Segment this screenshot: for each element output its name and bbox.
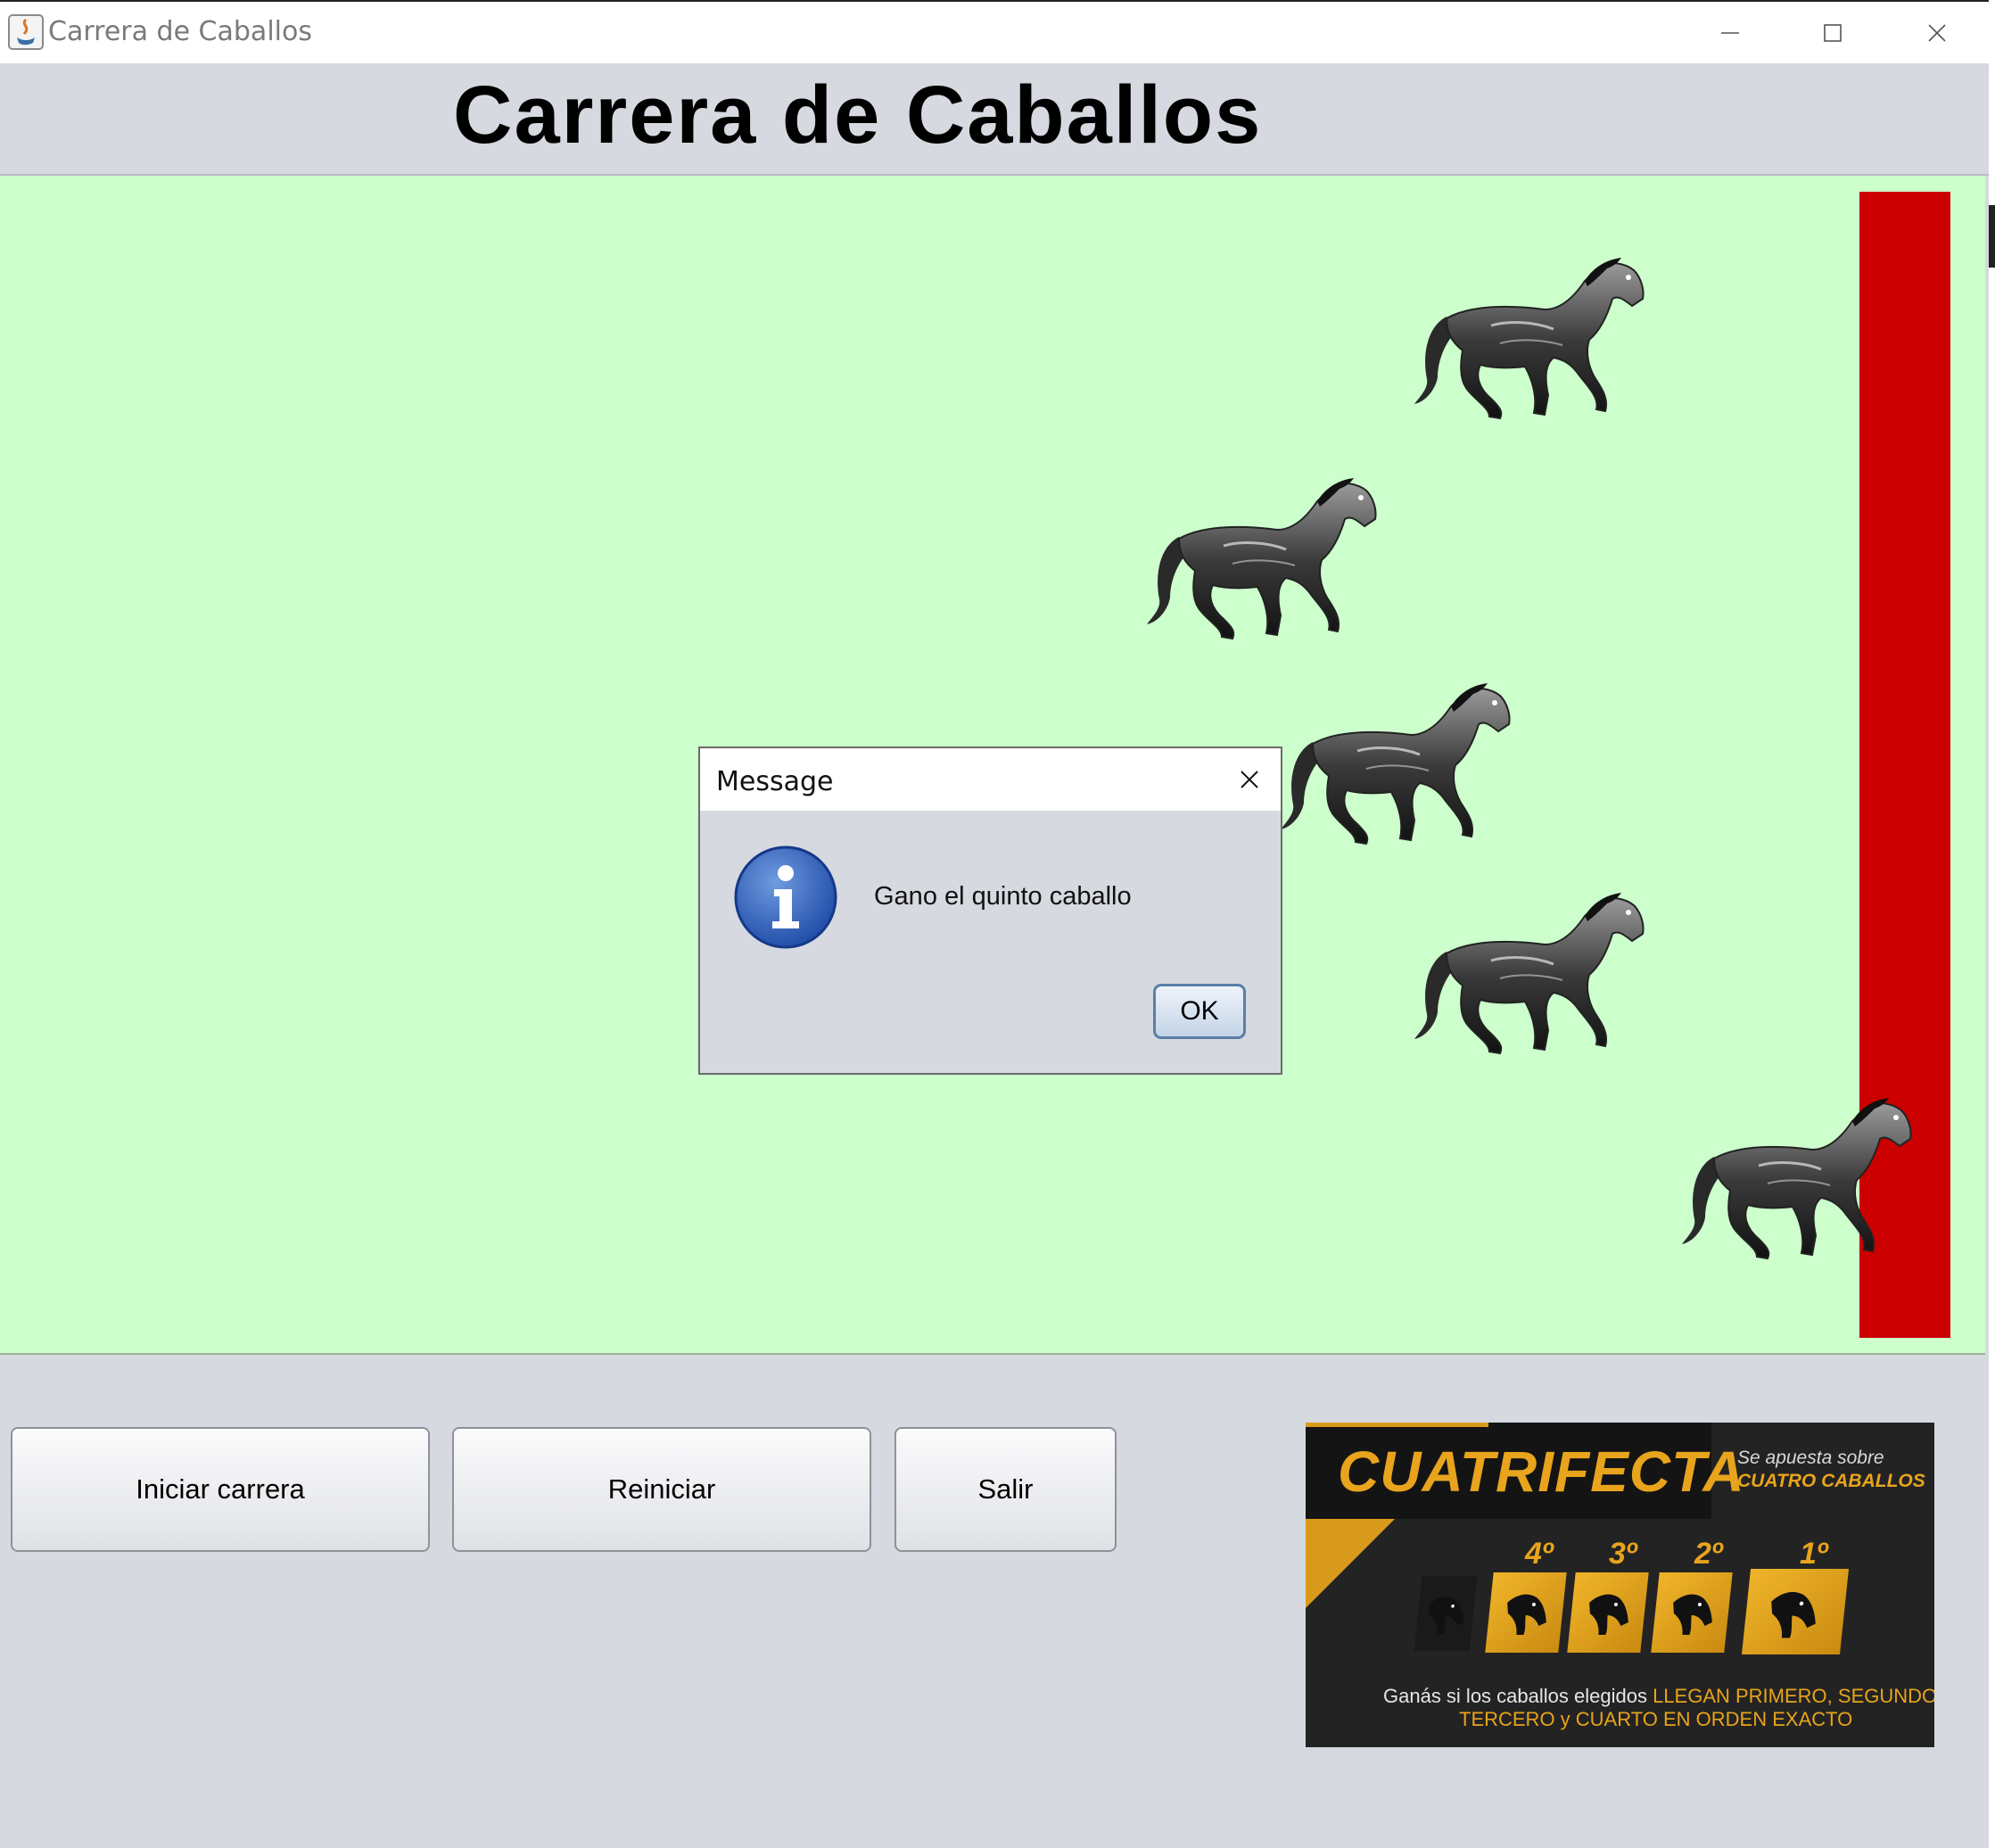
background-window-edge bbox=[1989, 0, 1995, 1848]
window-title: Carrera de Caballos bbox=[48, 16, 312, 47]
horse-tile-4 bbox=[1485, 1572, 1567, 1653]
banner-title: CUATRIFECTA bbox=[1338, 1440, 1745, 1504]
banner-footer-white: Ganás si los caballos elegidos bbox=[1383, 1685, 1653, 1707]
minimize-button[interactable] bbox=[1699, 11, 1761, 55]
page-title: Carrera de Caballos bbox=[453, 70, 1263, 161]
banner-subtitle-2: CUATRO CABALLOS bbox=[1737, 1471, 1925, 1491]
horse-5 bbox=[1678, 1094, 1919, 1264]
dialog-titlebar[interactable]: Message bbox=[700, 748, 1281, 811]
banner-footer-gold-1: LLEGAN PRIMERO, SEGUNDO bbox=[1653, 1685, 1934, 1707]
horse-tile-1 bbox=[1741, 1569, 1850, 1654]
position-label-4: 4º bbox=[1525, 1537, 1554, 1571]
position-label-3: 3º bbox=[1609, 1537, 1637, 1571]
maximize-icon bbox=[1824, 24, 1842, 42]
exit-button[interactable]: Salir bbox=[894, 1427, 1117, 1552]
maximize-button[interactable] bbox=[1801, 11, 1864, 55]
info-icon bbox=[733, 845, 838, 950]
header-panel: Carrera de Caballos bbox=[0, 63, 1989, 176]
horse-head-icon bbox=[1419, 1588, 1472, 1637]
horse-3 bbox=[1277, 680, 1518, 849]
horse-head-icon bbox=[1757, 1581, 1827, 1642]
horse-tile-3 bbox=[1567, 1572, 1649, 1653]
horse-tile-extra bbox=[1414, 1576, 1478, 1651]
banner-footer-line-1: Ganás si los caballos elegidos LLEGAN PR… bbox=[1383, 1685, 1934, 1708]
horse-4 bbox=[1411, 889, 1652, 1059]
dialog-title: Message bbox=[716, 766, 834, 797]
position-label-2: 2º bbox=[1694, 1537, 1723, 1571]
dialog-close-button[interactable] bbox=[1234, 764, 1265, 795]
banner-gold-accent bbox=[1306, 1423, 1488, 1427]
horse-tile-2 bbox=[1651, 1572, 1733, 1653]
restart-button[interactable]: Reiniciar bbox=[452, 1427, 871, 1552]
message-dialog: Message Gano el quinto caballo OK bbox=[698, 747, 1282, 1075]
banner-gold-triangle bbox=[1306, 1519, 1395, 1608]
ok-button[interactable]: OK bbox=[1153, 984, 1246, 1039]
cuatrifecta-banner: CUATRIFECTA Se apuesta sobre CUATRO CABA… bbox=[1306, 1423, 1934, 1747]
horse-2 bbox=[1143, 474, 1384, 644]
horse-head-icon bbox=[1496, 1585, 1556, 1638]
position-label-1: 1º bbox=[1800, 1537, 1828, 1571]
close-icon bbox=[1241, 771, 1258, 788]
banner-footer-line-2: TERCERO y CUARTO EN ORDEN EXACTO bbox=[1459, 1708, 1853, 1730]
horse-head-icon bbox=[1578, 1585, 1638, 1638]
background-window-scrollbar bbox=[1989, 205, 1995, 268]
java-icon bbox=[8, 14, 44, 50]
horse-1 bbox=[1411, 254, 1652, 424]
horse-head-icon bbox=[1661, 1585, 1722, 1638]
window-titlebar[interactable]: Carrera de Caballos bbox=[0, 0, 1989, 65]
close-button[interactable] bbox=[1906, 11, 1968, 55]
app-window: Carrera de Caballos Carrera de Caballos bbox=[0, 0, 1989, 1848]
banner-subtitle-1: Se apuesta sobre bbox=[1737, 1448, 1884, 1468]
close-icon bbox=[1928, 24, 1946, 42]
minimize-icon bbox=[1721, 32, 1739, 34]
dialog-message: Gano el quinto caballo bbox=[874, 882, 1132, 911]
start-race-button[interactable]: Iniciar carrera bbox=[11, 1427, 430, 1552]
